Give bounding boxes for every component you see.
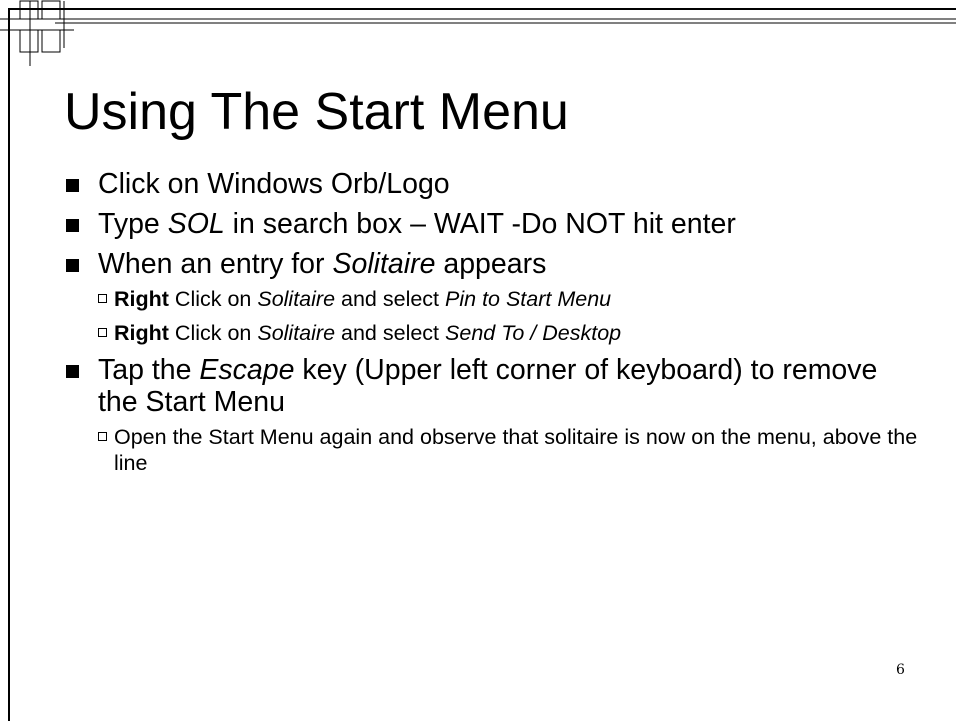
- corner-grid-decoration: [0, 0, 956, 66]
- page-number: 6: [896, 662, 905, 678]
- sub-bullet-emphasis: Solitaire: [257, 287, 336, 311]
- bullet-text-post: appears: [435, 248, 547, 280]
- sub-bullet-text: and select: [335, 287, 446, 311]
- square-bullet-icon: [66, 179, 79, 192]
- sub-bullet-text: Click on: [168, 287, 258, 311]
- bullet-item: When an entry for Solitaire appears: [64, 248, 924, 280]
- slide: Using The Start Menu Click on Windows Or…: [0, 0, 956, 721]
- sub-bullet-emphasis: Pin to Start Menu: [445, 287, 612, 311]
- sub-bullet-item: Right Click on Solitaire and select Pin …: [98, 286, 924, 312]
- bullet-text-pre: Type: [98, 208, 168, 240]
- bullet-text-emphasis: Escape: [199, 354, 295, 386]
- bullet-text-pre: When an entry for: [98, 248, 333, 280]
- hollow-square-bullet-icon: [98, 432, 107, 441]
- bullet-item: Tap the Escape key (Upper left corner of…: [64, 354, 924, 418]
- square-bullet-icon: [66, 219, 79, 232]
- hollow-square-bullet-icon: [98, 294, 107, 303]
- sub-bullet-bold: Right: [114, 321, 169, 345]
- sub-bullet-text: Open the Start Menu again and observe th…: [114, 425, 918, 475]
- bullet-list: Click on Windows Orb/Logo Type SOL in se…: [64, 168, 924, 484]
- sub-bullet-bold: Right: [114, 287, 169, 311]
- square-bullet-icon: [66, 365, 79, 378]
- bullet-text-emphasis: Solitaire: [332, 248, 436, 280]
- sub-bullet-item: Open the Start Menu again and observe th…: [98, 424, 924, 476]
- slide-title: Using The Start Menu: [64, 83, 569, 141]
- sub-bullet-emphasis: Solitaire: [257, 321, 336, 345]
- sub-bullet-text: and select: [335, 321, 446, 345]
- bullet-text: Click on Windows Orb/Logo: [98, 168, 450, 200]
- bullet-text-pre: Tap the: [98, 354, 200, 386]
- sub-bullet-item: Right Click on Solitaire and select Send…: [98, 320, 924, 346]
- bullet-item: Click on Windows Orb/Logo: [64, 168, 924, 200]
- bullet-text-post: in search box – WAIT -Do NOT hit enter: [224, 208, 736, 240]
- bullet-item: Type SOL in search box – WAIT -Do NOT hi…: [64, 208, 924, 240]
- sub-bullet-emphasis: Send To / Desktop: [445, 321, 622, 345]
- hollow-square-bullet-icon: [98, 328, 107, 337]
- sub-bullet-text: Click on: [168, 321, 258, 345]
- bullet-text-emphasis: SOL: [167, 208, 225, 240]
- square-bullet-icon: [66, 259, 79, 272]
- slide-frame-left-line: [8, 8, 10, 721]
